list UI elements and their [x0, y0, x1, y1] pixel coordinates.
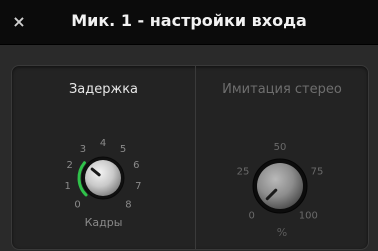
stereo-tick-100: 100 [299, 210, 318, 221]
dialog-body: Задержка Имитация стерео 012345678 Кадры… [0, 45, 378, 251]
settings-panel: Задержка Имитация стерео 012345678 Кадры… [11, 65, 369, 250]
stereo-tick-50: 50 [274, 142, 287, 153]
stereo-tick-75: 75 [311, 167, 324, 178]
stereo-tick-25: 25 [237, 167, 250, 178]
stereo-tick-0: 0 [249, 210, 255, 221]
stereo-knob-area: 0 25 50 75 100 [237, 142, 324, 221]
stereo-knob[interactable] [252, 158, 308, 214]
title-bar: × Мик. 1 - настройки входа [0, 0, 378, 45]
stereo-unit-label: % [276, 226, 288, 239]
window-title: Мик. 1 - настройки входа [71, 11, 307, 30]
input-settings-window: × Мик. 1 - настройки входа Задержка Имит… [0, 0, 378, 251]
